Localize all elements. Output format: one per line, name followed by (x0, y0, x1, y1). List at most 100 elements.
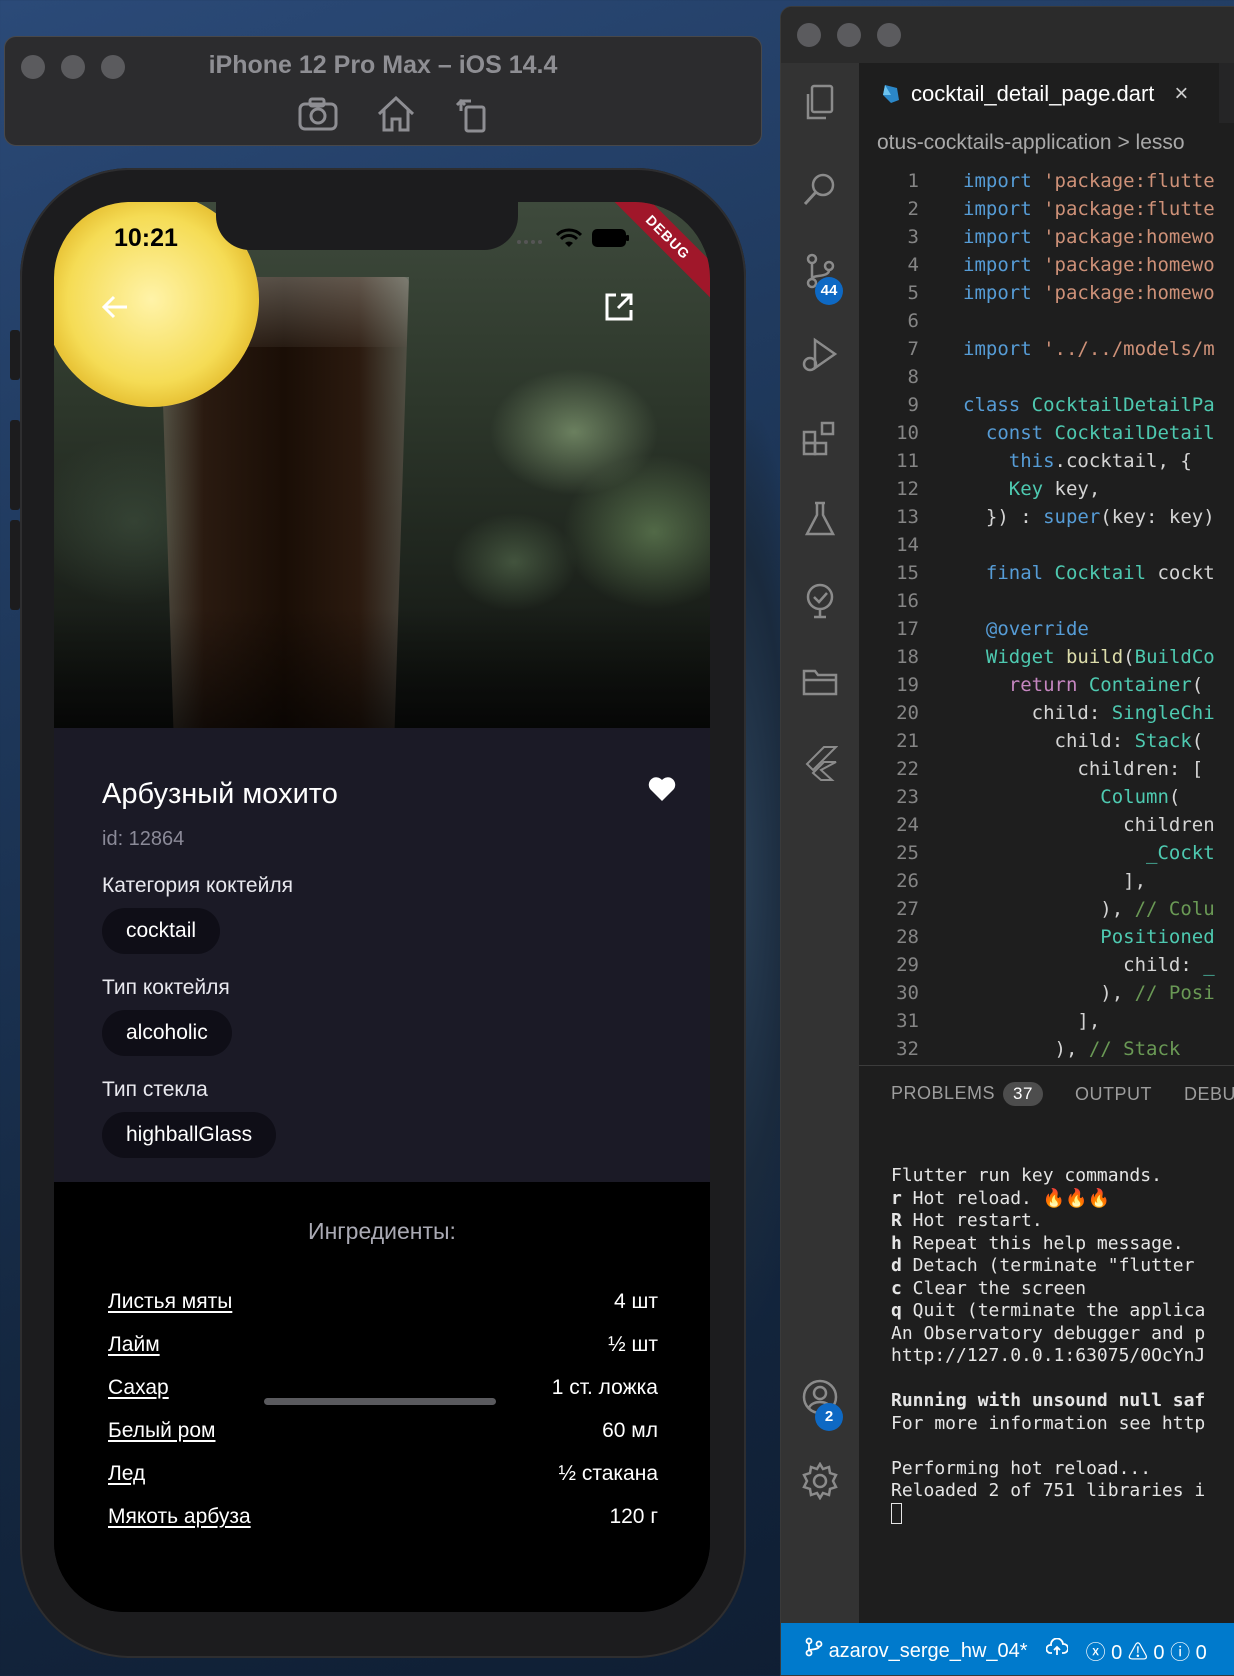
code-line[interactable]: 18 Widget build(BuildCo (859, 643, 1234, 671)
breadcrumb[interactable]: otus-cocktails-application > lesso (877, 123, 1185, 163)
code-line[interactable]: 30 ), // Posi (859, 979, 1234, 1007)
code-line[interactable]: 29 child: _ (859, 951, 1234, 979)
screenshot-icon[interactable] (297, 93, 339, 135)
code-line[interactable]: 32 ), // Stack (859, 1035, 1234, 1063)
close-icon[interactable]: × (1174, 80, 1188, 108)
terminal-text: Flutter run key commands. (891, 1165, 1162, 1186)
branch-name: azarov_serge_hw_04* (828, 1640, 1028, 1662)
code-line[interactable]: 10 const CocktailDetail (859, 419, 1234, 447)
code-line[interactable]: 23 Column( (859, 783, 1234, 811)
code-line[interactable]: 2 import 'package:flutte (859, 195, 1234, 223)
ingredients-section: Ингредиенты: Листья мяты 4 шт Лайм ½ шт … (54, 1182, 710, 1612)
code-line[interactable]: 8 (859, 363, 1234, 391)
code-line[interactable]: 3 import 'package:homewo (859, 223, 1234, 251)
search-icon[interactable] (798, 167, 842, 211)
code-line[interactable]: 17 @override (859, 615, 1234, 643)
ingredient-link[interactable]: Листья мяты (108, 1290, 232, 1314)
problems-status[interactable]: ⓧ 0 ⚠ 0 ⓘ 0 (1086, 1636, 1207, 1665)
code-line[interactable]: 28 Positioned (859, 923, 1234, 951)
sync-icon[interactable] (1045, 1637, 1069, 1662)
line-number: 24 (896, 814, 919, 836)
close-window-button[interactable] (797, 23, 821, 47)
terminal-text: Repeat this help message. (901, 1232, 1184, 1254)
code-line[interactable]: 24 children (859, 811, 1234, 839)
code-line[interactable]: 31 ], (859, 1007, 1234, 1035)
explorer-icon[interactable] (798, 81, 842, 125)
tab-problems[interactable]: PROBLEMS 37 (891, 1082, 1043, 1106)
code-token: @override (985, 618, 1089, 640)
info-icon: ⓘ (1170, 1641, 1191, 1664)
line-number: 12 (896, 478, 919, 500)
extensions-icon[interactable] (798, 415, 842, 459)
open-external-button[interactable] (598, 286, 640, 328)
type-chip: alcoholic (102, 1010, 232, 1056)
flutter-icon[interactable] (798, 741, 842, 785)
tab-output[interactable]: OUTPUT (1075, 1084, 1152, 1105)
code-line[interactable]: 1 import 'package:flutte (859, 167, 1234, 195)
terminal-line: http://127.0.0.1:63075/0OcYnJ (891, 1344, 1205, 1367)
zoom-window-button[interactable] (877, 23, 901, 47)
ingredient-link[interactable]: Лайм (108, 1333, 160, 1357)
code-line[interactable]: 20 child: SingleChi (859, 699, 1234, 727)
back-button[interactable] (94, 286, 136, 328)
gear-icon[interactable] (798, 1459, 842, 1503)
code-line[interactable]: 11 this.cocktail, { (859, 447, 1234, 475)
branch-status[interactable]: azarov_serge_hw_04* (805, 1637, 1028, 1663)
line-number: 29 (896, 954, 919, 976)
code-token: 'package:homewo (1043, 226, 1215, 248)
code-line[interactable]: 14 (859, 531, 1234, 559)
remote-explorer-icon[interactable] (798, 579, 842, 623)
code-line[interactable]: 7 import '../../models/m (859, 335, 1234, 363)
ingredient-link[interactable]: Белый ром (108, 1419, 215, 1443)
code-line[interactable]: 21 child: Stack( (859, 727, 1234, 755)
code-line[interactable]: 12 Key key, (859, 475, 1234, 503)
code-token: Stack (1134, 730, 1192, 752)
code-line[interactable]: 25 _Cockt (859, 839, 1234, 867)
code-line[interactable]: 6 (859, 307, 1234, 335)
favorite-button[interactable] (648, 776, 678, 806)
code-token: '../../models/m (1043, 338, 1215, 360)
tab-debug-console[interactable]: DEBU (1184, 1084, 1234, 1105)
code-token: import (963, 338, 1044, 360)
ingredient-link[interactable]: Мякоть арбуза (108, 1505, 251, 1529)
home-indicator[interactable] (264, 1398, 496, 1405)
ingredient-row: Мякоть арбуза 120 г (108, 1497, 658, 1537)
terminal-text: Reloaded 2 of 751 libraries i (891, 1480, 1206, 1501)
code-token: SingleChi (1111, 702, 1215, 724)
code-token: const (985, 422, 1055, 444)
code-token: 'package:flutte (1043, 170, 1215, 192)
terminal-text: Performing hot reload... (891, 1457, 1152, 1479)
category-label: Категория коктейля (102, 874, 293, 897)
testing-icon[interactable] (798, 497, 842, 541)
line-number: 26 (896, 870, 919, 892)
home-icon[interactable] (375, 93, 417, 135)
code-line[interactable]: 4 import 'package:homewo (859, 251, 1234, 279)
minimize-window-button[interactable] (837, 23, 861, 47)
ingredient-link[interactable]: Лед (108, 1462, 145, 1486)
code-editor[interactable]: 1 import 'package:flutte 2 import 'package:… (859, 163, 1234, 1065)
line-number: 13 (896, 506, 919, 528)
ingredient-link[interactable]: Сахар (108, 1376, 169, 1400)
notch (216, 202, 518, 250)
code-line[interactable]: 26 ], (859, 867, 1234, 895)
code-line[interactable]: 22 children: [ (859, 755, 1234, 783)
cocktail-detail-card: Арбузный мохито id: 12864 Категория кокт… (54, 728, 710, 1182)
code-line[interactable]: 15 final Cocktail cockt (859, 559, 1234, 587)
code-line[interactable]: 16 (859, 587, 1234, 615)
line-number: 7 (907, 338, 919, 360)
panel-tabs: PROBLEMS 37 OUTPUT DEBU (891, 1082, 1234, 1106)
line-number: 25 (896, 842, 919, 864)
code-line[interactable]: 27 ), // Colu (859, 895, 1234, 923)
tab-cocktail-detail-page[interactable]: cocktail_detail_page.dart × (859, 63, 1219, 123)
code-line[interactable]: 9 class CocktailDetailPa (859, 391, 1234, 419)
code-line[interactable]: 13 }) : super(key: key) (859, 503, 1234, 531)
code-line[interactable]: 19 return Container( (859, 671, 1234, 699)
run-debug-icon[interactable] (798, 333, 842, 377)
rotate-icon[interactable] (453, 93, 495, 135)
line-number: 22 (896, 758, 919, 780)
info-count: 0 (1195, 1641, 1207, 1664)
code-line[interactable]: 5 import 'package:homewo (859, 279, 1234, 307)
line-number: 28 (896, 926, 919, 948)
folder-icon[interactable] (798, 659, 842, 703)
